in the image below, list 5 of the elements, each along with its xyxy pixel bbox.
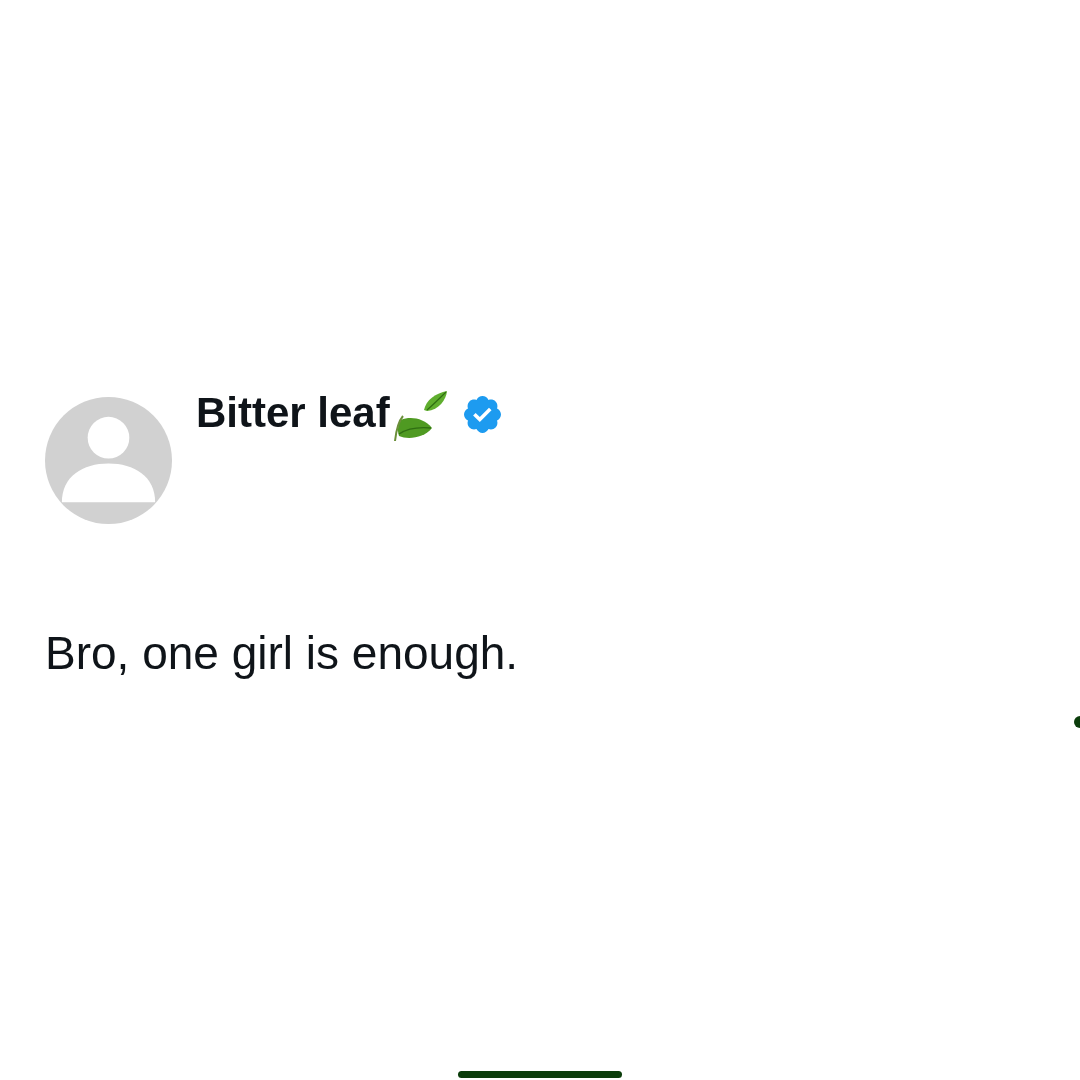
avatar-silhouette-icon xyxy=(45,397,172,524)
home-indicator[interactable] xyxy=(458,1071,622,1078)
post-text: Bro, one girl is enough. xyxy=(45,627,520,680)
leaves-icon xyxy=(393,390,448,442)
author-name: Bitter leaf xyxy=(196,389,390,438)
